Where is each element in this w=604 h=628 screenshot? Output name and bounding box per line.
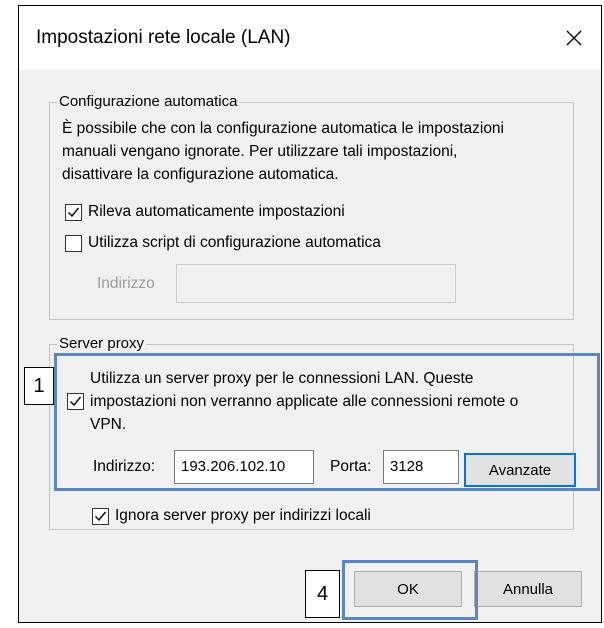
- auto-config-group-label: Configurazione automatica: [57, 92, 240, 112]
- ok-button[interactable]: OK: [354, 571, 462, 607]
- auto-config-description-line-1: È possibile che con la configurazione au…: [62, 120, 504, 137]
- bypass-local-label[interactable]: Ignora server proxy per indirizzi locali: [115, 505, 371, 527]
- proxy-address-label: Indirizzo:: [93, 458, 156, 475]
- lan-settings-dialog: Impostazioni rete locale (LAN) Configura…: [18, 5, 602, 623]
- use-script-label[interactable]: Utilizza script di configurazione automa…: [88, 232, 381, 254]
- title-bar: Impostazioni rete locale (LAN): [19, 6, 601, 70]
- ok-callout-number: 4: [305, 570, 340, 618]
- proxy-port-label: Porta:: [330, 458, 372, 475]
- proxy-callout-number: 1: [24, 367, 54, 405]
- proxy-port-input[interactable]: 3128: [383, 450, 459, 484]
- close-icon: [566, 30, 582, 46]
- auto-config-description-line-3: disattivare la configurazione automatica…: [62, 166, 339, 183]
- detect-settings-label[interactable]: Rileva automaticamente impostazioni: [88, 201, 345, 223]
- checkmark-icon: [95, 511, 107, 522]
- auto-config-description-line-2: manuali vengano ignorate. Per utilizzare…: [62, 143, 458, 160]
- advanced-button[interactable]: Avanzate: [464, 453, 576, 487]
- use-script-checkbox[interactable]: [65, 235, 82, 252]
- proxy-address-input[interactable]: 193.206.102.10: [174, 450, 314, 484]
- proxy-group-label: Server proxy: [57, 334, 147, 354]
- checkmark-icon: [70, 396, 82, 407]
- close-button[interactable]: [553, 18, 595, 58]
- use-proxy-label-line-3[interactable]: VPN.: [90, 414, 126, 436]
- use-proxy-label-line-1[interactable]: Utilizza un server proxy per le connessi…: [90, 368, 473, 390]
- script-address-input[interactable]: [176, 264, 456, 303]
- checkmark-icon: [68, 207, 80, 218]
- detect-settings-checkbox[interactable]: [65, 204, 82, 221]
- script-address-label: Indirizzo: [97, 275, 155, 292]
- bypass-local-checkbox[interactable]: [92, 508, 109, 525]
- use-proxy-checkbox[interactable]: [67, 393, 84, 410]
- cancel-button[interactable]: Annulla: [474, 571, 582, 607]
- use-proxy-label-line-2[interactable]: impostazioni non verranno applicate alle…: [90, 391, 518, 413]
- window-title: Impostazioni rete locale (LAN): [36, 27, 291, 48]
